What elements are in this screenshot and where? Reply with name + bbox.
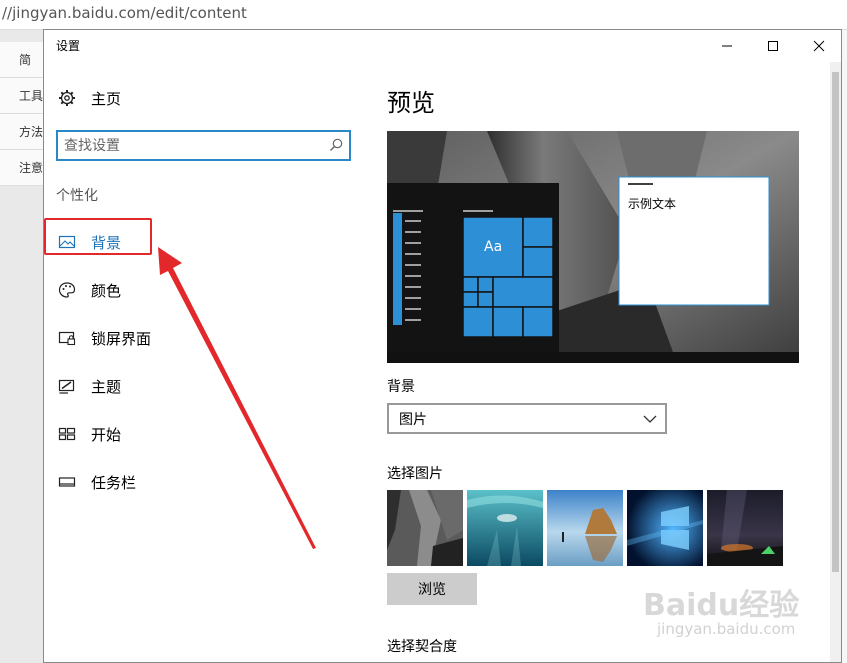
nav-item-label: 颜色 (91, 281, 122, 300)
nav-item-background[interactable]: 背景 (44, 222, 354, 262)
nav-item-label: 任务栏 (91, 473, 137, 492)
background-item[interactable]: 简 (0, 42, 44, 78)
dropdown-selected-value: 图片 (399, 412, 427, 428)
minimize-button[interactable] (704, 30, 750, 62)
chevron-down-icon (643, 415, 657, 423)
choose-picture-label: 选择图片 (387, 466, 443, 482)
picture-thumbnail[interactable] (467, 490, 543, 566)
picture-icon (58, 233, 76, 251)
picture-thumbnail[interactable] (627, 490, 703, 566)
background-item[interactable]: 注意 (0, 150, 44, 186)
nav-item-label: 主题 (91, 377, 122, 396)
browse-button[interactable]: 浏览 (387, 573, 477, 605)
preview-sample-text: 示例文本 (628, 197, 677, 211)
search-box[interactable] (56, 130, 351, 161)
background-type-dropdown[interactable]: 图片 (387, 403, 667, 434)
search-input[interactable] (64, 136, 314, 156)
maximize-icon (768, 41, 778, 51)
picture-thumbnail[interactable] (547, 490, 623, 566)
picture-thumbnail[interactable] (387, 490, 463, 566)
nav-item-label: 锁屏界面 (91, 329, 152, 348)
settings-window: 设置 主页 查找设置 个性化 背景 颜色 锁屏界面 主题 开始 任务栏 预览 A… (43, 29, 842, 663)
nav-home-label: 主页 (91, 89, 122, 108)
nav-item-label: 背景 (91, 233, 122, 252)
nav-item-label: 开始 (91, 425, 122, 444)
nav-item-colors[interactable]: 颜色 (44, 270, 354, 310)
nav-home[interactable]: 主页 (44, 78, 354, 118)
browser-url-bar[interactable]: //jingyan.baidu.com/edit/content (0, 0, 847, 30)
close-icon (813, 40, 825, 52)
background-item[interactable]: 方法 (0, 114, 44, 150)
title-bar[interactable]: 设置 (44, 30, 841, 62)
preview-image: Aa 示例文本 (387, 131, 799, 363)
scrollbar[interactable] (830, 62, 841, 662)
preview-tile-text: Aa (484, 239, 503, 255)
maximize-button[interactable] (750, 30, 796, 62)
close-button[interactable] (796, 30, 841, 62)
palette-icon (58, 281, 76, 299)
start-icon (58, 425, 76, 443)
nav-item-lock-screen[interactable]: 锁屏界面 (44, 318, 354, 358)
taskbar-icon (58, 473, 76, 491)
nav-item-start[interactable]: 开始 (44, 414, 354, 454)
window-title: 设置 (56, 39, 81, 53)
preview-heading: 预览 (387, 89, 435, 117)
section-label-personalization: 个性化 (56, 188, 98, 204)
url-text: //jingyan.baidu.com/edit/content (2, 4, 247, 22)
screen: //jingyan.baidu.com/edit/content 简 工具 方法… (0, 0, 847, 663)
picture-thumbnail[interactable] (707, 490, 783, 566)
nav-item-taskbar[interactable]: 任务栏 (44, 462, 354, 502)
background-label: 背景 (387, 379, 415, 395)
nav-item-themes[interactable]: 主题 (44, 366, 354, 406)
gear-icon (58, 89, 76, 107)
lock-screen-icon (58, 329, 76, 347)
minimize-icon (722, 45, 732, 47)
choose-fit-label: 选择契合度 (387, 639, 457, 655)
theme-icon (58, 377, 76, 395)
scrollbar-thumb[interactable] (832, 72, 839, 572)
background-item[interactable]: 工具 (0, 78, 44, 114)
search-icon (330, 138, 343, 151)
